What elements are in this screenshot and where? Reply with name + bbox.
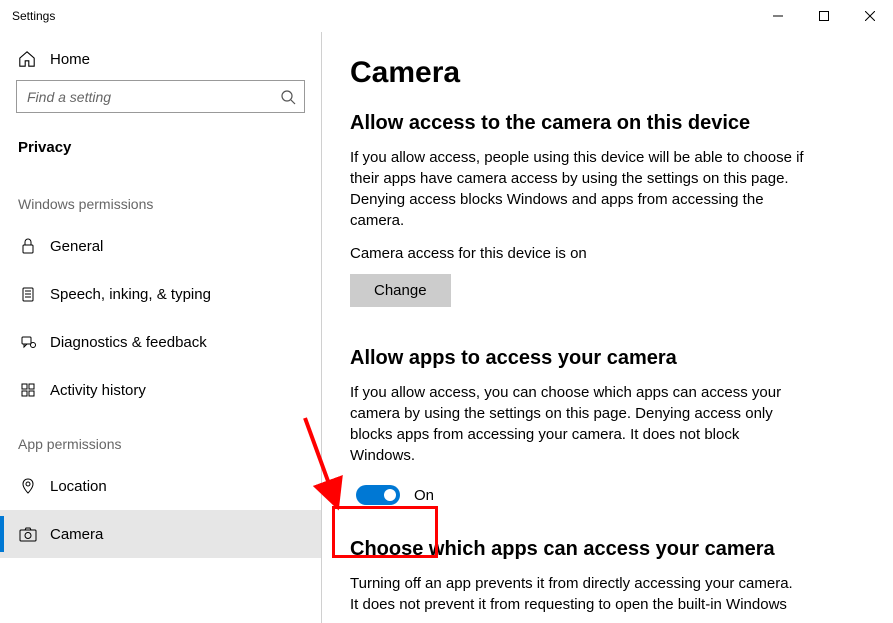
section-body: If you allow access, you can choose whic… [350, 382, 805, 466]
sidebar-group-label: Windows permissions [0, 174, 321, 222]
minimize-button[interactable] [755, 0, 801, 32]
history-icon [18, 382, 38, 398]
app-access-toggle[interactable] [356, 485, 400, 505]
content-area: Camera Allow access to the camera on thi… [322, 32, 893, 623]
sidebar-item-camera[interactable]: Camera [0, 510, 321, 558]
sidebar-item-diagnostics[interactable]: Diagnostics & feedback [0, 318, 321, 366]
device-access-status: Camera access for this device is on [350, 245, 865, 262]
search-input[interactable] [17, 81, 270, 112]
section-body: If you allow access, people using this d… [350, 147, 805, 231]
close-icon [865, 11, 875, 21]
home-nav[interactable]: Home [0, 40, 321, 80]
sidebar-item-label: Camera [50, 526, 103, 543]
clipboard-icon [18, 286, 38, 302]
section-heading-app-access: Allow apps to access your camera [350, 347, 865, 370]
toggle-knob [384, 489, 396, 501]
sidebar-item-location[interactable]: Location [0, 462, 321, 510]
home-label: Home [50, 51, 90, 68]
page-title: Camera [350, 56, 865, 90]
home-icon [18, 50, 36, 68]
titlebar: Settings [0, 0, 893, 32]
sidebar-item-label: Activity history [50, 382, 146, 399]
sidebar-item-label: Diagnostics & feedback [50, 334, 207, 351]
search-box[interactable] [16, 80, 305, 113]
sidebar-item-label: Speech, inking, & typing [50, 286, 211, 303]
maximize-icon [819, 11, 829, 21]
sidebar-group-label: App permissions [0, 414, 321, 462]
toggle-state-label: On [414, 487, 434, 504]
app-access-toggle-row: On [350, 480, 440, 510]
sidebar-item-speech[interactable]: Speech, inking, & typing [0, 270, 321, 318]
section-body: Turning off an app prevents it from dire… [350, 573, 805, 615]
current-category: Privacy [0, 125, 321, 174]
location-icon [18, 478, 38, 494]
sidebar: Home Privacy Windows permissions General… [0, 32, 322, 623]
sidebar-item-label: General [50, 238, 103, 255]
maximize-button[interactable] [801, 0, 847, 32]
change-button[interactable]: Change [350, 274, 451, 307]
sidebar-item-label: Location [50, 478, 107, 495]
minimize-icon [773, 11, 783, 21]
sidebar-item-general[interactable]: General [0, 222, 321, 270]
feedback-icon [18, 334, 38, 350]
close-button[interactable] [847, 0, 893, 32]
sidebar-item-activity[interactable]: Activity history [0, 366, 321, 414]
lock-icon [18, 238, 38, 254]
section-heading-device-access: Allow access to the camera on this devic… [350, 112, 865, 135]
window-controls [755, 0, 893, 32]
section-heading-choose-apps: Choose which apps can access your camera [350, 538, 865, 561]
search-icon [280, 89, 296, 105]
window-title: Settings [12, 9, 55, 23]
camera-icon [18, 526, 38, 542]
